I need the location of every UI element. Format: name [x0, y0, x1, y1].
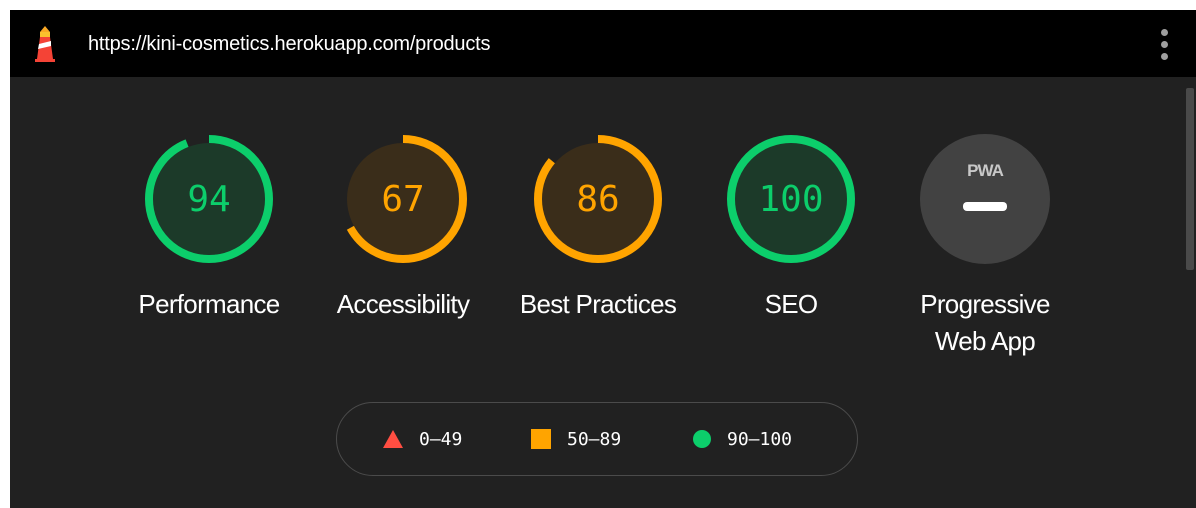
- triangle-icon: [383, 430, 403, 448]
- score-legend: 0–49 50–89 90–100: [336, 402, 858, 476]
- legend-item-pass: 90–100: [693, 403, 792, 475]
- gauge-score: 100: [758, 178, 824, 220]
- legend-range: 0–49: [419, 428, 463, 450]
- report-header: https://kini-cosmetics.herokuapp.com/pro…: [10, 10, 1196, 77]
- gauge-label: Progressive Web App: [920, 289, 1050, 356]
- legend-range: 90–100: [727, 428, 793, 450]
- more-vert-icon[interactable]: [1154, 26, 1174, 62]
- gauge-label: Accessibility: [336, 289, 470, 319]
- legend-range: 50–89: [567, 428, 622, 450]
- dash-icon: [963, 202, 1007, 211]
- legend-item-fail: 0–49: [383, 403, 462, 475]
- gauge-label: SEO: [764, 289, 819, 319]
- pwa-badge-text: PWA: [967, 161, 1004, 180]
- square-icon: [531, 429, 551, 449]
- gauge-score: 94: [187, 178, 231, 220]
- circle-icon: [693, 430, 711, 448]
- gauge-score: 67: [381, 178, 425, 220]
- scrollbar-thumb[interactable]: [1186, 88, 1194, 270]
- legend-item-average: 50–89: [531, 403, 621, 475]
- lighthouse-report: https://kini-cosmetics.herokuapp.com/pro…: [10, 10, 1196, 508]
- lighthouse-icon: [35, 26, 55, 62]
- page-url[interactable]: https://kini-cosmetics.herokuapp.com/pro…: [88, 33, 490, 56]
- gauge-label: Best Practices: [519, 289, 677, 319]
- gauge-score: 86: [576, 178, 620, 220]
- pwa-badge: PWA: [920, 134, 1050, 264]
